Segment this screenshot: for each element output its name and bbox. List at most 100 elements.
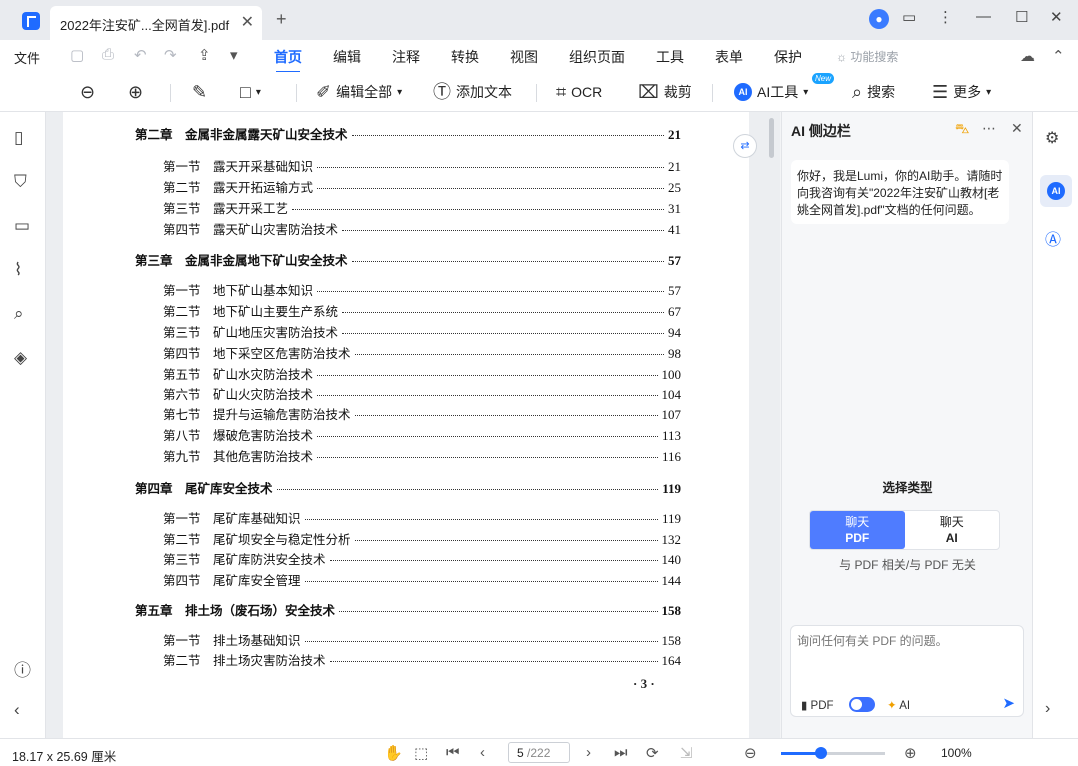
- document-viewer[interactable]: · 3 · 第二章 金属非金属露天矿山安全技术 21 第一节 露天开采基础知识 21 第…: [46, 112, 780, 738]
- expand-right-icon[interactable]: ›: [1045, 700, 1050, 718]
- more-vertical-icon[interactable]: ⋮: [938, 8, 953, 26]
- tab-edit[interactable]: 编辑: [333, 47, 361, 67]
- zoom-level[interactable]: 100%: [941, 746, 972, 760]
- help-icon[interactable]: ⓘ: [14, 656, 31, 681]
- toc-section-entry[interactable]: 第三节 露天开采工艺 31: [163, 198, 681, 217]
- new-tab-icon[interactable]: +: [276, 9, 287, 30]
- close-window-icon[interactable]: ✕: [1050, 8, 1063, 26]
- previous-page-icon[interactable]: ‹: [480, 744, 485, 761]
- properties-sliders-icon[interactable]: ⚙: [1045, 128, 1059, 148]
- add-text-button[interactable]: Ⓣ 添加文本: [433, 80, 512, 104]
- menu-file[interactable]: 文件: [14, 48, 40, 67]
- zoom-in-button[interactable]: ⊕: [128, 80, 143, 104]
- toc-section-entry[interactable]: 第一节 露天开采基础知识 21: [163, 156, 681, 175]
- more-horizontal-icon[interactable]: ⋯: [982, 120, 996, 137]
- cart-icon[interactable]: ⛍: [955, 120, 969, 139]
- last-page-icon[interactable]: ⏭: [614, 744, 628, 761]
- user-avatar-icon[interactable]: ●: [869, 9, 889, 29]
- next-page-icon[interactable]: ›: [586, 744, 591, 761]
- toc-chapter-entry[interactable]: 第四章 尾矿库安全技术 119: [135, 478, 681, 497]
- feature-search[interactable]: ☼ 功能搜索: [836, 48, 898, 65]
- toc-section-entry[interactable]: 第一节 尾矿库基础知识 119: [163, 508, 681, 527]
- feedback-icon[interactable]: ▭: [902, 8, 916, 26]
- pdf-ai-toggle[interactable]: [849, 697, 875, 712]
- shape-button[interactable]: □ ▾: [240, 80, 261, 104]
- chat-pdf-option[interactable]: 聊天 PDF: [810, 511, 905, 549]
- undo-icon[interactable]: ↶: [134, 46, 147, 64]
- attachment-icon[interactable]: ⌇: [14, 260, 22, 280]
- toc-section-entry[interactable]: 第二节 露天开拓运输方式 25: [163, 177, 681, 196]
- toc-section-entry[interactable]: 第四节 尾矿库安全管理 144: [163, 570, 681, 589]
- toc-chapter-entry[interactable]: 第二章 金属非金属露天矿山安全技术 21: [135, 124, 681, 143]
- highlight-button[interactable]: ✎: [192, 80, 207, 104]
- search-button[interactable]: ⌕ 搜索: [852, 80, 895, 104]
- ai-tools-button[interactable]: AI AI工具 ▾: [734, 80, 808, 104]
- collapse-ribbon-icon[interactable]: ⌃: [1052, 47, 1065, 65]
- page-number-field[interactable]: 5 /222: [508, 742, 570, 763]
- vertical-scrollbar[interactable]: [769, 118, 774, 158]
- quick-access-dropdown-icon[interactable]: ▾: [230, 46, 238, 64]
- close-tab-icon[interactable]: ✕: [241, 12, 254, 32]
- toc-section-entry[interactable]: 第二节 地下矿山主要生产系统 67: [163, 301, 681, 320]
- ai-sidebar-tab[interactable]: AI: [1040, 175, 1072, 207]
- share-icon[interactable]: ⇪: [198, 46, 211, 64]
- toc-section-entry[interactable]: 第九节 其他危害防治技术 116: [163, 446, 681, 465]
- layers-icon[interactable]: ◈: [14, 348, 27, 368]
- zoom-out-button[interactable]: ⊖: [80, 80, 95, 104]
- toc-section-entry[interactable]: 第四节 地下采空区危害防治技术 98: [163, 343, 681, 362]
- tab-convert[interactable]: 转换: [451, 47, 479, 67]
- translate-icon[interactable]: ⇄: [733, 134, 757, 158]
- app-logo-icon[interactable]: [22, 12, 40, 30]
- search-icon[interactable]: ⌕: [14, 304, 24, 324]
- send-icon[interactable]: ➤: [1002, 694, 1015, 712]
- more-button[interactable]: ☰ 更多 ▾: [932, 80, 991, 104]
- toc-section-entry[interactable]: 第五节 矿山水灾防治技术 100: [163, 364, 681, 383]
- toc-section-entry[interactable]: 第八节 爆破危害防治技术 113: [163, 425, 681, 444]
- ai-question-input[interactable]: [797, 632, 1017, 672]
- maximize-icon[interactable]: ☐: [1015, 8, 1028, 26]
- translate-document-icon[interactable]: Ⓐ: [1045, 226, 1061, 250]
- redo-icon[interactable]: ↷: [164, 46, 177, 64]
- rotate-icon[interactable]: ⟳: [646, 744, 659, 762]
- tab-protect[interactable]: 保护: [774, 47, 802, 67]
- fit-page-icon[interactable]: ⇲: [680, 744, 693, 762]
- page-thumbnail-icon[interactable]: ▯: [14, 128, 23, 148]
- tab-organize-pages[interactable]: 组织页面: [569, 47, 625, 67]
- toc-section-entry[interactable]: 第二节 排土场灾害防治技术 164: [163, 650, 681, 669]
- toc-section-entry[interactable]: 第二节 尾矿坝安全与稳定性分析 132: [163, 529, 681, 548]
- minimize-icon[interactable]: —: [976, 8, 991, 25]
- tab-forms[interactable]: 表单: [715, 47, 743, 67]
- tab-view[interactable]: 视图: [510, 47, 538, 67]
- zoom-out-small-icon[interactable]: ⊖: [744, 744, 757, 762]
- comment-icon[interactable]: ▭: [14, 216, 30, 236]
- toc-section-entry[interactable]: 第一节 排土场基础知识 158: [163, 630, 681, 649]
- zoom-in-small-icon[interactable]: ⊕: [904, 744, 917, 762]
- toc-chapter-entry[interactable]: 第五章 排土场（废石场）安全技术 158: [135, 600, 681, 619]
- select-tool-icon[interactable]: ⬚: [414, 744, 428, 762]
- toc-chapter-entry[interactable]: 第三章 金属非金属地下矿山安全技术 57: [135, 250, 681, 269]
- toc-section-entry[interactable]: 第三节 矿山地压灾害防治技术 94: [163, 322, 681, 341]
- chat-ai-option[interactable]: 聊天 AI: [905, 511, 1000, 549]
- hand-tool-icon[interactable]: ✋: [384, 744, 403, 762]
- ocr-button[interactable]: ⌗ OCR: [556, 80, 602, 104]
- toc-section-entry[interactable]: 第一节 地下矿山基本知识 57: [163, 280, 681, 299]
- tab-tools[interactable]: 工具: [656, 47, 684, 67]
- bookmark-icon[interactable]: ⛉: [14, 172, 27, 192]
- crop-button[interactable]: ⌧ 裁剪: [638, 80, 692, 104]
- edit-all-button[interactable]: ✐ 编辑全部 ▾: [316, 80, 402, 104]
- first-page-icon[interactable]: ⏮: [446, 744, 460, 761]
- toc-section-entry[interactable]: 第三节 尾矿库防洪安全技术 140: [163, 549, 681, 568]
- save-icon[interactable]: ▢: [70, 46, 84, 64]
- print-icon[interactable]: ⎙: [102, 46, 114, 63]
- document-tab[interactable]: 2022年注安矿...全网首发].pdf ✕: [50, 6, 262, 40]
- tab-home[interactable]: 首页: [274, 47, 302, 73]
- close-panel-icon[interactable]: ✕: [1011, 120, 1023, 137]
- collapse-left-icon[interactable]: ‹: [14, 700, 20, 720]
- zoom-slider-handle[interactable]: [814, 747, 827, 759]
- cloud-upload-icon[interactable]: ☁: [1020, 47, 1035, 65]
- toc-section-entry[interactable]: 第四节 露天矿山灾害防治技术 41: [163, 219, 681, 238]
- pdf-page[interactable]: · 3 · 第二章 金属非金属露天矿山安全技术 21 第一节 露天开采基础知识 21 第…: [63, 112, 749, 738]
- toc-section-entry[interactable]: 第六节 矿山火灾防治技术 104: [163, 384, 681, 403]
- toc-section-entry[interactable]: 第七节 提升与运输危害防治技术 107: [163, 404, 681, 423]
- tab-comment[interactable]: 注释: [392, 47, 420, 67]
